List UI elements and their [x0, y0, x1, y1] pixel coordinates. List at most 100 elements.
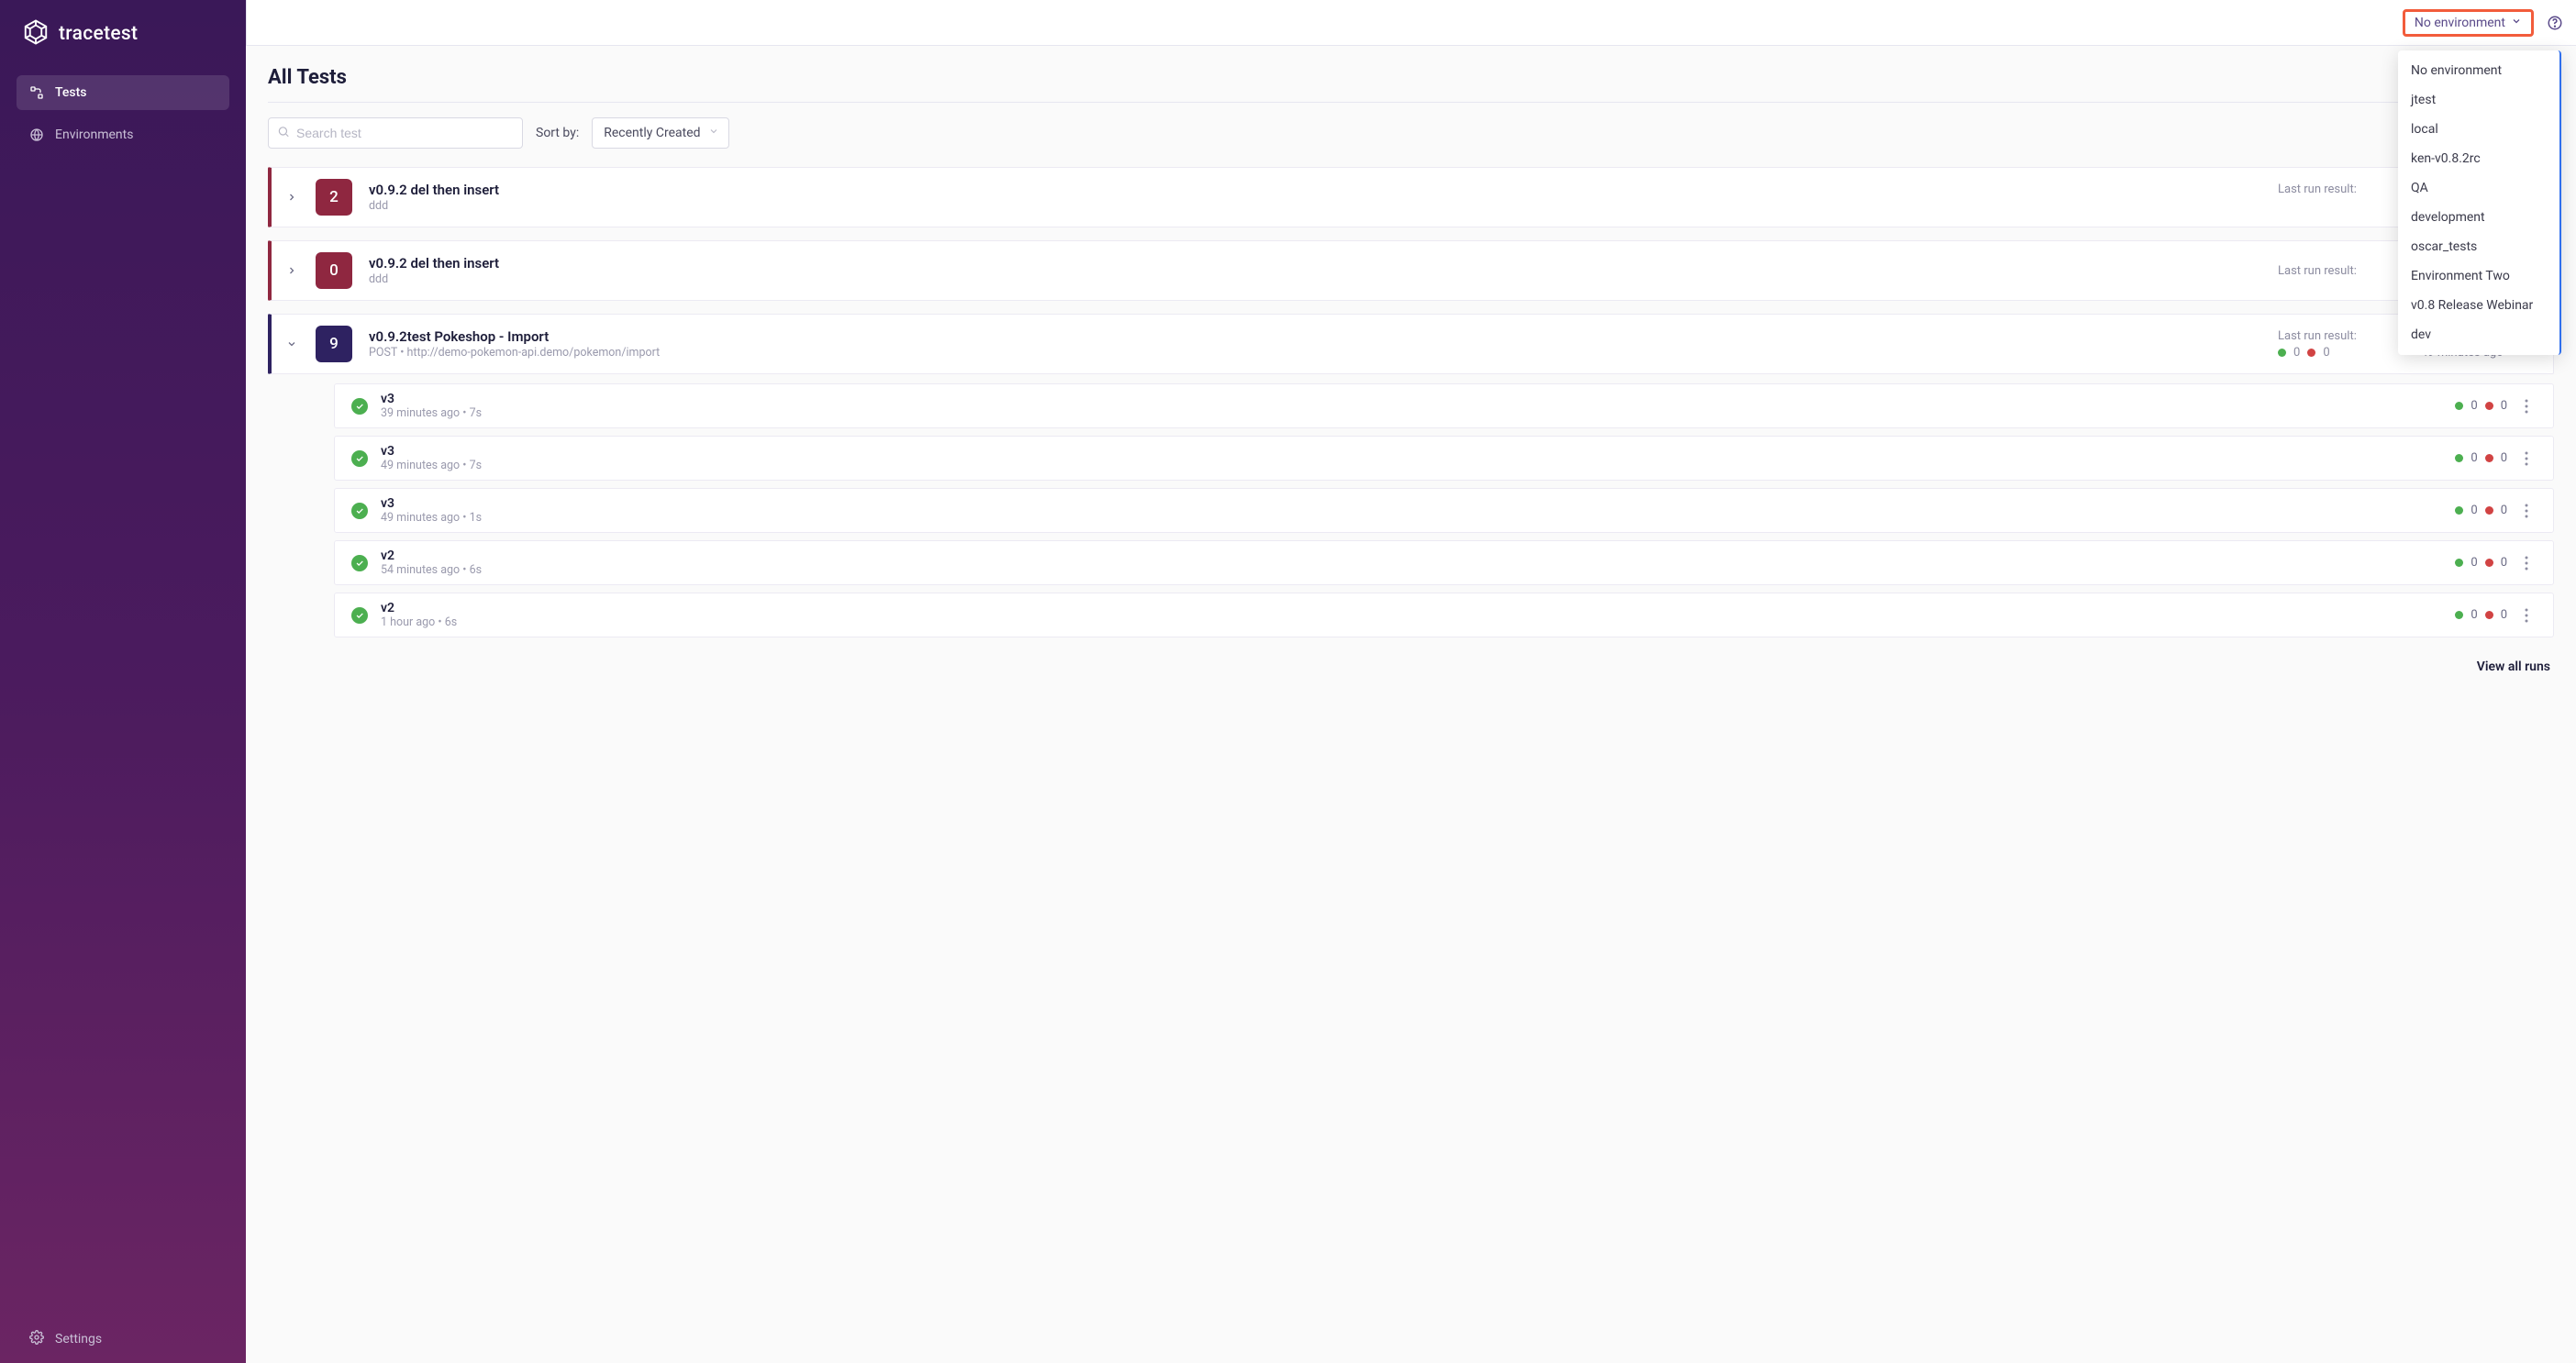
more-button[interactable] [2516, 556, 2537, 571]
pass-count: 0 [2471, 556, 2477, 570]
expand-toggle[interactable] [284, 192, 299, 203]
pass-dot-icon [2455, 402, 2463, 410]
divider [268, 102, 2554, 103]
run-subtitle: 49 minutes ago • 1s [381, 511, 2442, 525]
check-icon [351, 503, 368, 519]
fail-count: 0 [2323, 346, 2329, 360]
gear-icon [29, 1330, 44, 1348]
pass-dot-icon [2455, 506, 2463, 515]
expand-toggle[interactable] [284, 265, 299, 276]
pass-dot-icon [2455, 454, 2463, 462]
sort-select[interactable]: Recently Created [592, 117, 728, 149]
env-option[interactable]: v0.8 Release Webinar [2398, 291, 2559, 320]
run-title: v2 [381, 601, 2442, 615]
sidebar-item-tests[interactable]: Tests [17, 75, 229, 110]
globe-icon [29, 127, 44, 142]
pass-count: 0 [2471, 608, 2477, 622]
run-title: v3 [381, 444, 2442, 459]
environment-selector[interactable]: No environment [2403, 9, 2534, 37]
collapse-toggle[interactable] [284, 338, 299, 349]
test-row[interactable]: 9 v0.9.2test Pokeshop - Import POST • ht… [268, 314, 2554, 374]
pass-dot-icon [2455, 559, 2463, 567]
fail-count: 0 [2501, 556, 2507, 570]
env-option[interactable]: ken-v0.8.2rc [2398, 144, 2559, 173]
fail-dot-icon [2485, 454, 2493, 462]
sidebar-item-label: Tests [55, 85, 86, 100]
env-option[interactable]: Environment Two [2398, 261, 2559, 291]
check-icon [351, 555, 368, 571]
test-subtitle: ddd [369, 199, 2261, 213]
help-button[interactable] [2543, 11, 2567, 35]
run-row[interactable]: v3 49 minutes ago • 7s 0 0 [334, 436, 2554, 481]
more-button[interactable] [2516, 399, 2537, 414]
more-button[interactable] [2516, 451, 2537, 466]
run-row[interactable]: v3 39 minutes ago • 7s 0 0 [334, 383, 2554, 428]
check-icon [351, 398, 368, 415]
pass-count: 0 [2471, 399, 2477, 413]
lastrun-label: Last run result: [2278, 264, 2388, 278]
run-row[interactable]: v3 49 minutes ago • 1s 0 0 [334, 488, 2554, 533]
environment-dropdown: No environment jtest local ken-v0.8.2rc … [2398, 50, 2561, 355]
sort-value: Recently Created [604, 126, 700, 140]
sidebar-nav: Tests Environments [0, 75, 246, 160]
run-row[interactable]: v2 54 minutes ago • 6s 0 0 [334, 540, 2554, 585]
chevron-down-icon [2511, 16, 2522, 30]
env-option[interactable]: oscar_tests [2398, 232, 2559, 261]
fail-dot-icon [2485, 559, 2493, 567]
fail-dot-icon [2485, 402, 2493, 410]
fail-count: 0 [2501, 451, 2507, 465]
search-input[interactable] [268, 117, 523, 149]
env-option[interactable]: development [2398, 203, 2559, 232]
search-icon [277, 125, 290, 142]
run-title: v3 [381, 392, 2442, 406]
more-button[interactable] [2516, 504, 2537, 518]
env-option[interactable]: jtest [2398, 85, 2559, 115]
run-title: v3 [381, 496, 2442, 511]
flow-icon [29, 85, 44, 100]
brand-logo[interactable]: tracetest [0, 0, 246, 75]
run-subtitle: 49 minutes ago • 7s [381, 459, 2442, 472]
fail-count: 0 [2501, 504, 2507, 517]
env-option[interactable]: dev [2398, 320, 2559, 349]
fail-dot-icon [2485, 506, 2493, 515]
check-icon [351, 450, 368, 467]
fail-dot-icon [2307, 349, 2315, 357]
sidebar-item-label: Environments [55, 127, 133, 142]
fail-count: 0 [2501, 608, 2507, 622]
lastrun-label: Last run result: [2278, 183, 2388, 196]
pass-count: 0 [2471, 451, 2477, 465]
topbar: No environment [246, 0, 2576, 46]
env-option[interactable]: QA [2398, 173, 2559, 203]
test-row[interactable]: 0 v0.9.2 del then insert ddd Last run re… [268, 240, 2554, 301]
run-row[interactable]: v2 1 hour ago • 6s 0 0 [334, 593, 2554, 637]
sidebar-item-environments[interactable]: Environments [17, 117, 229, 152]
lastrun-label: Last run result: [2278, 329, 2388, 343]
run-title: v2 [381, 549, 2442, 563]
pass-count: 0 [2293, 346, 2300, 360]
run-count-badge: 2 [316, 179, 352, 216]
env-option[interactable]: No environment [2398, 56, 2559, 85]
pass-dot-icon [2455, 611, 2463, 619]
environment-label: No environment [2415, 16, 2505, 30]
page-title: All Tests [268, 66, 2554, 89]
brand-name: tracetest [59, 23, 138, 45]
logo-icon [22, 18, 50, 50]
pass-count: 0 [2471, 504, 2477, 517]
test-title: v0.9.2 del then insert [369, 182, 2261, 198]
env-option[interactable]: local [2398, 115, 2559, 144]
fail-dot-icon [2485, 611, 2493, 619]
run-subtitle: 1 hour ago • 6s [381, 615, 2442, 629]
settings-label: Settings [55, 1332, 102, 1346]
more-button[interactable] [2516, 608, 2537, 623]
run-count-badge: 9 [316, 326, 352, 362]
fail-count: 0 [2501, 399, 2507, 413]
toolbar: Sort by: Recently Created [268, 117, 2554, 149]
test-subtitle: ddd [369, 272, 2261, 286]
sort-by-label: Sort by: [536, 126, 579, 140]
test-row[interactable]: 2 v0.9.2 del then insert ddd Last run re… [268, 167, 2554, 227]
view-all-runs-link[interactable]: View all runs [268, 659, 2550, 674]
sidebar-item-settings[interactable]: Settings [29, 1330, 217, 1348]
run-subtitle: 39 minutes ago • 7s [381, 406, 2442, 420]
check-icon [351, 607, 368, 624]
pass-dot-icon [2278, 349, 2286, 357]
